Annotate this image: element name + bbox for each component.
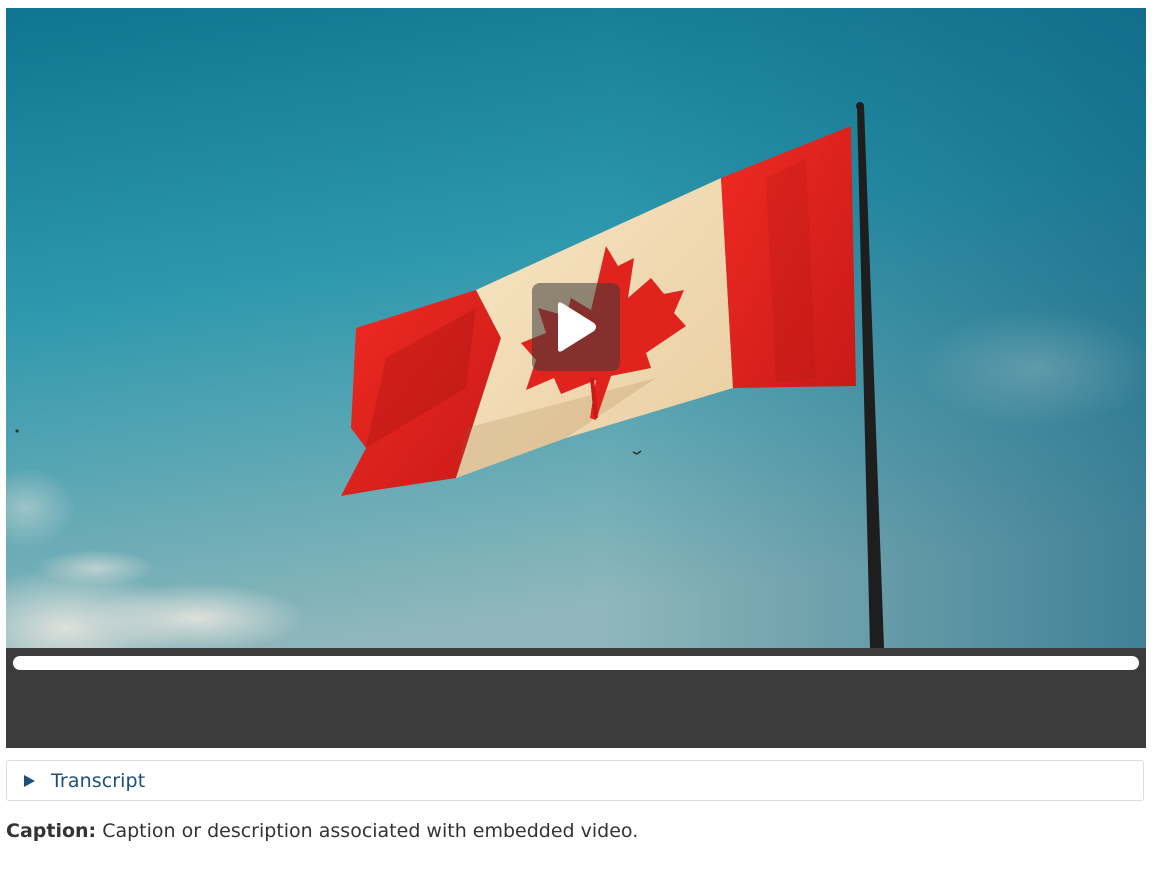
- caption-text: Caption or description associated with e…: [102, 820, 639, 842]
- play-button[interactable]: [532, 283, 620, 371]
- disclosure-triangle-icon: [24, 775, 35, 787]
- transcript-label[interactable]: Transcript: [51, 770, 145, 792]
- caption-label: Caption:: [6, 820, 97, 842]
- video-player[interactable]: [6, 8, 1146, 748]
- progress-bar[interactable]: [13, 656, 1139, 670]
- video-controls-bar: [6, 648, 1146, 748]
- transcript-toggle[interactable]: Transcript: [6, 760, 1144, 801]
- video-poster[interactable]: [6, 8, 1146, 648]
- play-icon: [558, 302, 596, 352]
- video-caption: Caption: Caption or description associat…: [6, 820, 638, 842]
